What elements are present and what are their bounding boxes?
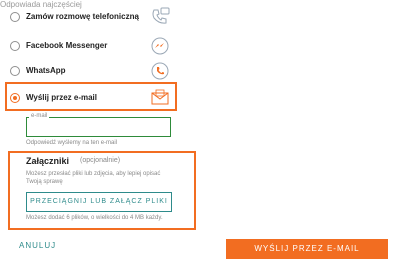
option-label: Facebook Messenger (26, 41, 108, 50)
email-field-label: e-mail (29, 113, 50, 119)
attachments-description: Możesz przesłać pliki lub zdjęcia, aby l… (26, 171, 161, 185)
phone-chat-icon (152, 7, 170, 24)
contact-option-phone[interactable]: Zamów rozmowę telefoniczną (10, 7, 180, 28)
messenger-icon (151, 37, 169, 55)
attachments-limit: Możesz dodać 6 plików, o wielkości do 4 … (26, 215, 163, 221)
contact-option-messenger[interactable]: Facebook Messenger (10, 37, 180, 57)
attachments-optional-note: (opcjonalnie) (80, 157, 121, 164)
send-email-button[interactable]: WYŚLIJ PRZEZ E-MAIL (226, 239, 388, 259)
radio-button[interactable] (10, 66, 20, 76)
option-label: Wyślij przez e-mail (26, 93, 97, 102)
radio-button-selected[interactable] (10, 93, 20, 103)
email-icon (151, 89, 169, 105)
option-label: Zamów rozmowę telefoniczną (26, 12, 139, 21)
option-label: WhatsApp (26, 66, 66, 75)
radio-button[interactable] (10, 12, 20, 22)
cancel-button[interactable]: ANULUJ (19, 241, 56, 250)
upload-files-button[interactable]: PRZECIĄGNIJ LUB ZAŁĄCZ PLIKI (26, 192, 172, 212)
contact-option-whatsapp[interactable]: WhatsApp (10, 62, 180, 82)
contact-option-email[interactable]: Wyślij przez e-mail (10, 89, 180, 109)
radio-button[interactable] (10, 41, 20, 51)
email-field[interactable] (30, 120, 167, 134)
attachments-title: Załączniki (26, 156, 70, 166)
whatsapp-icon (151, 62, 169, 80)
email-helper-text: Odpowiedź wyślemy na ten e-mail (26, 140, 118, 146)
